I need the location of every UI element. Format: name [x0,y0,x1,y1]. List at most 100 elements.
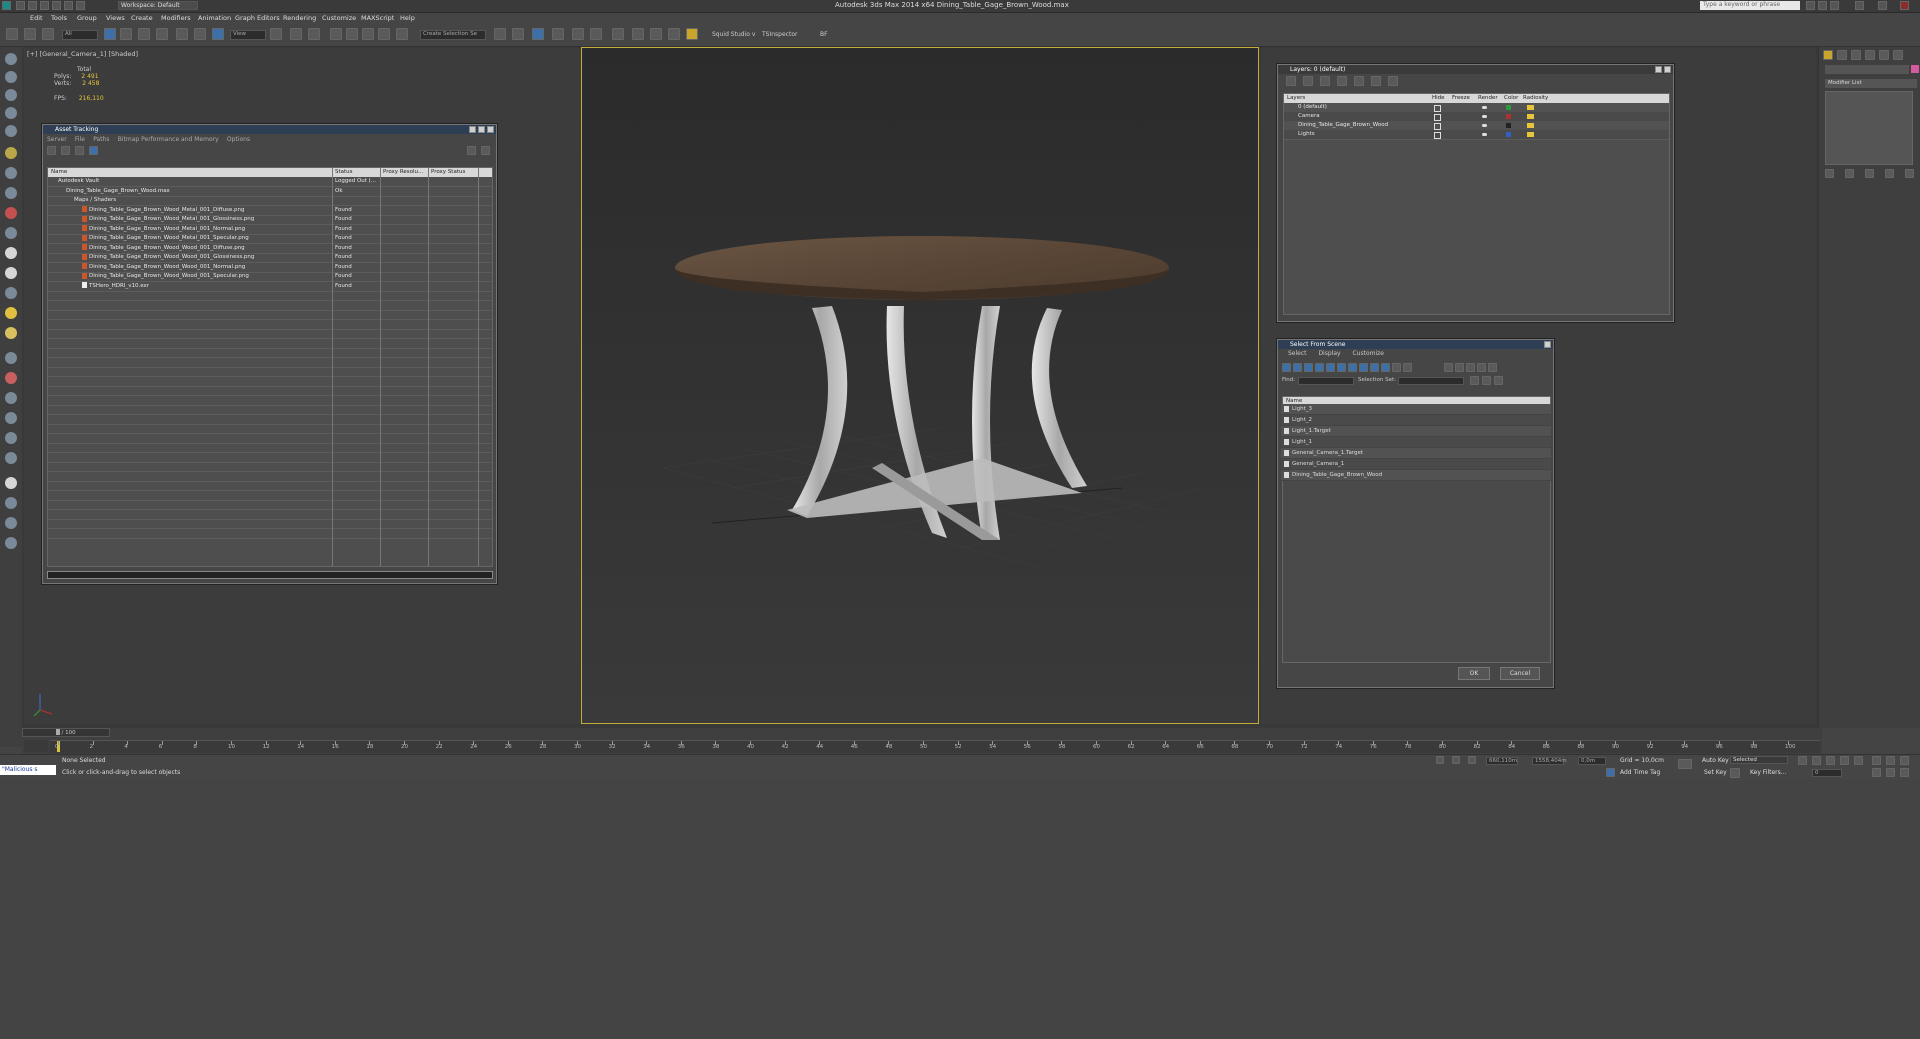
table-row[interactable] [48,291,492,301]
search-icon[interactable] [1806,1,1815,10]
table-row[interactable] [48,491,492,501]
graphite-ribbon-icon[interactable] [552,28,564,40]
go-to-end-icon[interactable] [1854,756,1863,765]
display-space-warps-icon[interactable] [1337,363,1346,372]
x-coordinate[interactable]: 660,110m [1486,757,1518,765]
auto-key-button[interactable]: Auto Key [1702,757,1729,764]
list-item[interactable]: Light_3 [1281,404,1551,415]
table-row[interactable] [48,415,492,425]
layer-color-swatch[interactable] [1506,114,1511,119]
close-icon[interactable] [487,126,494,133]
motion-panel-icon[interactable] [5,107,17,119]
table-row[interactable]: Dining_Table_Gage_Brown_Wood_Wood_001_Di… [48,244,492,254]
viewport-label[interactable]: [+] [General_Camera_1] [Shaded] [27,50,138,58]
make-unique-icon[interactable] [1865,169,1874,178]
utilities-tab-icon[interactable] [1893,50,1903,60]
selection-set-icon[interactable] [1494,376,1503,385]
radiosity-icon[interactable] [1527,114,1534,119]
table-row[interactable]: Dining_Table_Gage_Brown_Wood.max Ok [48,187,492,197]
table-view-icon[interactable] [75,146,84,155]
set-key-button[interactable]: Set Key [1704,769,1727,776]
sync-selection-icon[interactable] [1477,363,1486,372]
snaps-toggle-icon[interactable] [330,28,342,40]
layer-color-swatch[interactable] [1506,132,1511,137]
modify-tab-icon[interactable] [1837,50,1847,60]
named-selection-set-input[interactable]: Create Selection Se [420,30,486,40]
render-eye-icon[interactable] [1482,106,1487,109]
question-icon[interactable] [5,537,17,549]
list-view-icon[interactable] [61,146,70,155]
highlight-layer-icon[interactable] [1354,76,1364,86]
motion-tab-icon[interactable] [1865,50,1875,60]
table-row[interactable] [48,443,492,453]
minimize-icon[interactable] [1855,1,1864,10]
table-row[interactable] [48,396,492,406]
rendered-frame-window-icon[interactable] [650,28,662,40]
selection-set-icon[interactable] [1482,376,1491,385]
selection-filter-dropdown[interactable]: All [62,30,98,40]
y-coordinate[interactable]: 1558,404m [1532,757,1567,765]
keyboard-shortcut-icon[interactable] [308,28,320,40]
time-slider[interactable]: 0 / 100 [22,728,110,737]
render-setup-icon[interactable] [632,28,644,40]
current-frame-input[interactable]: 0 [1812,769,1842,777]
menu-help[interactable]: Help [400,14,415,22]
table-row[interactable] [48,500,492,510]
table-row[interactable]: Dining_Table_Gage_Brown_Wood_Wood_001_Sp… [48,272,492,282]
add-time-tag[interactable]: Add Time Tag [1620,769,1660,776]
hierarchy-panel-icon[interactable] [5,89,17,101]
torus-icon[interactable] [5,327,17,339]
previous-frame-icon[interactable] [1812,756,1821,765]
layer-row[interactable]: Lights [1284,130,1669,140]
create-tab-icon[interactable] [1823,50,1833,60]
sun-icon[interactable] [5,307,17,319]
col-render[interactable]: Render [1478,94,1498,103]
spline-icon[interactable] [5,352,17,364]
key-filters-button[interactable]: Key Filters... [1750,769,1787,776]
display-tab-icon[interactable] [1879,50,1889,60]
table-row[interactable] [48,348,492,358]
table-row[interactable] [48,310,492,320]
warning-icon[interactable] [686,28,698,40]
current-layer-checkbox[interactable] [1434,123,1441,130]
render-eye-icon[interactable] [1482,115,1487,118]
select-manipulate-icon[interactable] [290,28,302,40]
hierarchy-tab-icon[interactable] [1851,50,1861,60]
teapot-icon[interactable] [5,477,17,489]
bf-button[interactable]: BF [820,31,828,38]
at-menu-options[interactable]: Options [227,136,250,143]
table-row[interactable] [48,339,492,349]
new-file-icon[interactable] [16,1,25,10]
select-objects-icon[interactable] [1337,76,1347,86]
display-lights-icon[interactable] [1304,363,1313,372]
list-item[interactable]: General_Camera_1.Target [1281,448,1551,459]
current-layer-checkbox[interactable] [1434,114,1441,121]
layer-tool-icon[interactable] [1286,76,1296,86]
col-name[interactable]: Name [51,168,67,177]
isolate-selection-icon[interactable] [1436,756,1444,764]
display-xrefs-icon[interactable] [1359,363,1368,372]
menu-edit[interactable]: Edit [30,14,43,22]
helper-tool-icon[interactable] [5,187,17,199]
find-input[interactable] [1298,377,1354,385]
delete-layer-icon[interactable] [1303,76,1313,86]
table-row[interactable] [48,434,492,444]
menu-animation[interactable]: Animation [198,14,231,22]
col-layers[interactable]: Layers [1287,94,1305,103]
ok-button[interactable]: OK [1458,667,1490,680]
list-item[interactable]: Dining_Table_Gage_Brown_Wood [1281,470,1551,481]
particle-icon[interactable] [5,392,17,404]
col-status[interactable]: Status [335,168,353,177]
maximize-icon[interactable] [1878,1,1887,10]
col-radiosity[interactable]: Radiosity [1523,94,1548,103]
grid-view-icon[interactable] [89,146,98,155]
display-groups-icon[interactable] [1348,363,1357,372]
systems-icon[interactable] [5,227,17,239]
layer-color-swatch[interactable] [1506,123,1511,128]
render-eye-icon[interactable] [1482,124,1487,127]
play-icon[interactable] [1826,756,1835,765]
save-file-icon[interactable] [40,1,49,10]
table-row[interactable]: Autodesk Vault Logged Out (... [48,177,492,187]
close-icon[interactable] [1544,341,1551,348]
menu-create[interactable]: Create [131,14,153,22]
